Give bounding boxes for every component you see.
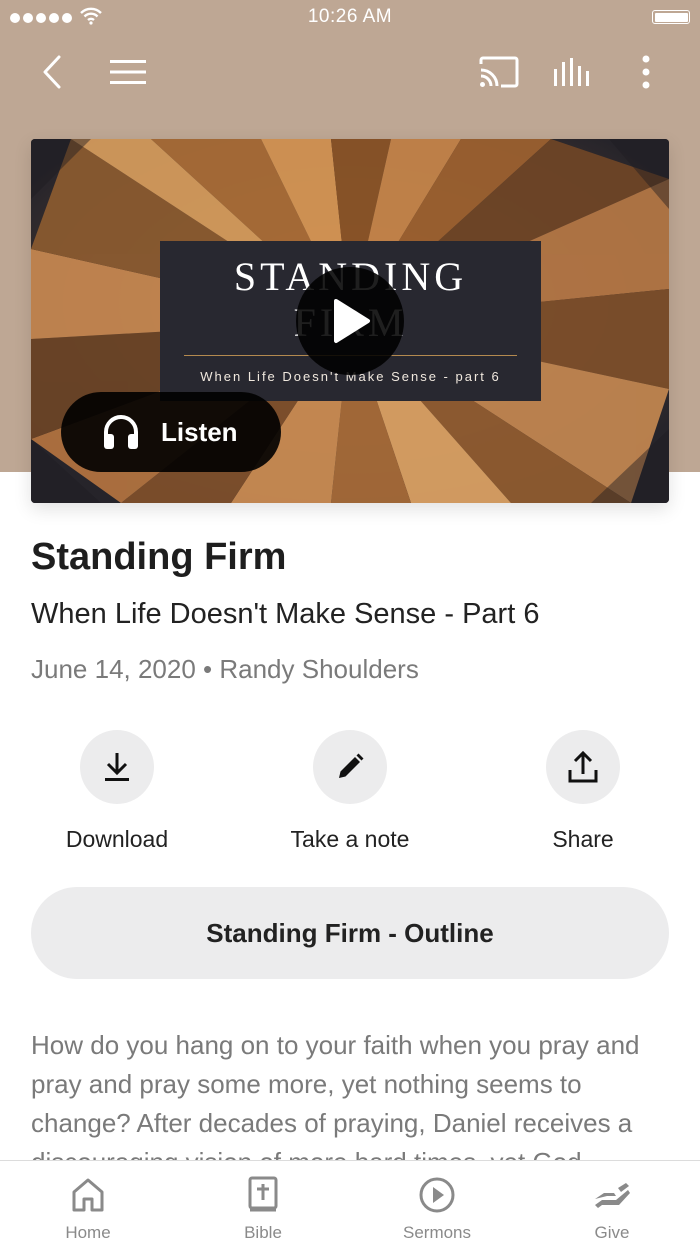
status-time: 10:26 AM (307, 6, 393, 27)
give-hand-icon (595, 1183, 630, 1208)
play-button[interactable] (296, 267, 404, 375)
home-icon (72, 1178, 104, 1212)
equalizer-button[interactable] (550, 50, 594, 94)
share-action[interactable]: Share (483, 730, 683, 853)
back-button[interactable] (32, 50, 72, 94)
chevron-left-icon (43, 55, 61, 89)
download-action[interactable]: Download (17, 730, 217, 853)
tab-bible[interactable]: Bible (203, 1161, 323, 1245)
download-button[interactable] (80, 730, 154, 804)
sermon-description: How do you hang on to your faith when yo… (31, 1030, 640, 1177)
sermon-title: Standing Firm (31, 536, 287, 578)
cast-button[interactable] (476, 50, 522, 94)
tab-sermons-label: Sermons (402, 1223, 472, 1242)
tab-give[interactable]: Give (552, 1161, 672, 1245)
share-icon (568, 750, 598, 783)
equalizer-icon (554, 58, 589, 86)
tab-bible-label: Bible (244, 1223, 282, 1242)
download-icon (105, 753, 129, 781)
listen-label: Listen (161, 416, 238, 447)
tab-home[interactable]: Home (28, 1161, 148, 1245)
bible-icon (248, 1176, 278, 1212)
play-circle-icon (419, 1177, 455, 1213)
tab-give-label: Give (594, 1223, 630, 1242)
share-button[interactable] (546, 730, 620, 804)
sermon-meta: June 14, 2020 • Randy Shoulders (31, 654, 419, 684)
sermon-artwork[interactable]: STANDING FIRM When Life Doesn't Make Sen… (31, 139, 669, 503)
battery-icon (652, 10, 690, 24)
take-note-label: Take a note (290, 826, 410, 852)
take-note-button[interactable] (313, 730, 387, 804)
bottom-tab-bar: Home Bible Sermons Give (0, 1160, 700, 1245)
play-icon (334, 299, 370, 343)
menu-button[interactable] (106, 50, 150, 94)
tab-home-label: Home (65, 1223, 111, 1242)
pencil-icon (339, 753, 364, 778)
hamburger-menu-icon (110, 60, 146, 84)
more-vertical-icon (642, 55, 650, 89)
cast-icon (479, 56, 519, 88)
sermon-subtitle: When Life Doesn't Make Sense - Part 6 (31, 598, 540, 630)
download-label: Download (65, 826, 169, 852)
tab-sermons[interactable]: Sermons (377, 1161, 497, 1245)
share-label: Share (552, 826, 614, 852)
take-note-action[interactable]: Take a note (250, 730, 450, 853)
more-options-button[interactable] (630, 50, 662, 94)
listen-button[interactable]: Listen (61, 392, 281, 472)
outline-button[interactable]: Standing Firm - Outline (31, 887, 669, 979)
headphones-icon (104, 415, 138, 449)
status-bar: 10:26 AM (0, 0, 700, 36)
